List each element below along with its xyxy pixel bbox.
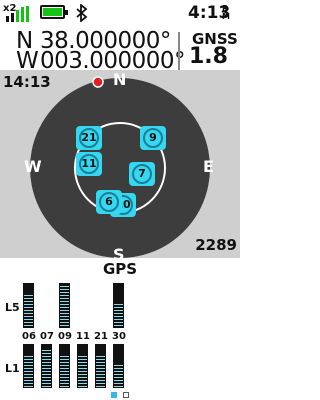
signal-bar-l1 [59,344,70,388]
page-indicator-active[interactable] [111,392,117,398]
compass-west: W [24,157,42,176]
satellite-marker[interactable]: 21 [76,126,102,150]
signal-bar-l5 [23,283,34,328]
compass-east: E [203,157,214,176]
bluetooth-icon [76,4,88,22]
satellite-number: 30 [112,331,126,342]
satellite-number: 11 [76,331,90,342]
signal-bar-l1 [77,344,88,388]
position-panel: N38.000000° W003.000000° GNSS 1.8 m [0,28,240,91]
north-marker-icon [92,76,104,88]
compass-north: N [113,70,127,89]
satellite-sky-view[interactable]: 14:13 2289 N S E W 21 9 11 7 10 6 [0,70,240,264]
signal-strength-panel: GPS L5 L1 06 07 09 11 21 30 [0,258,240,400]
signal-bar-l5 [113,283,124,328]
status-bar: x2 4:13 PM [0,0,240,28]
satellite-number: 21 [94,331,108,342]
satellite-number: 06 [22,331,36,342]
signal-bar-l1 [41,344,52,388]
battery-icon [40,5,68,19]
satellite-number: 09 [58,331,72,342]
divider [178,32,180,70]
signal-bar-l1 [23,344,34,388]
signal-bar-l1 [113,344,124,388]
sky-clock: 14:13 [3,73,51,91]
altitude: 2289 [195,236,237,254]
signal-bar-l5 [59,283,70,328]
satellite-marker[interactable]: 7 [129,162,155,186]
band-label-l5: L5 [5,301,20,314]
am-pm-indicator: PM [222,4,230,21]
satellite-number: 07 [40,331,54,342]
satellite-marker[interactable]: 9 [140,126,166,150]
band-label-l1: L1 [5,362,20,375]
signal-strength-icon [6,6,29,22]
constellation-label: GPS [102,260,138,278]
signal-bar-l1 [95,344,106,388]
satellite-marker[interactable]: 11 [76,152,102,176]
satellite-marker[interactable]: 6 [96,190,122,214]
page-indicator[interactable] [123,392,129,398]
